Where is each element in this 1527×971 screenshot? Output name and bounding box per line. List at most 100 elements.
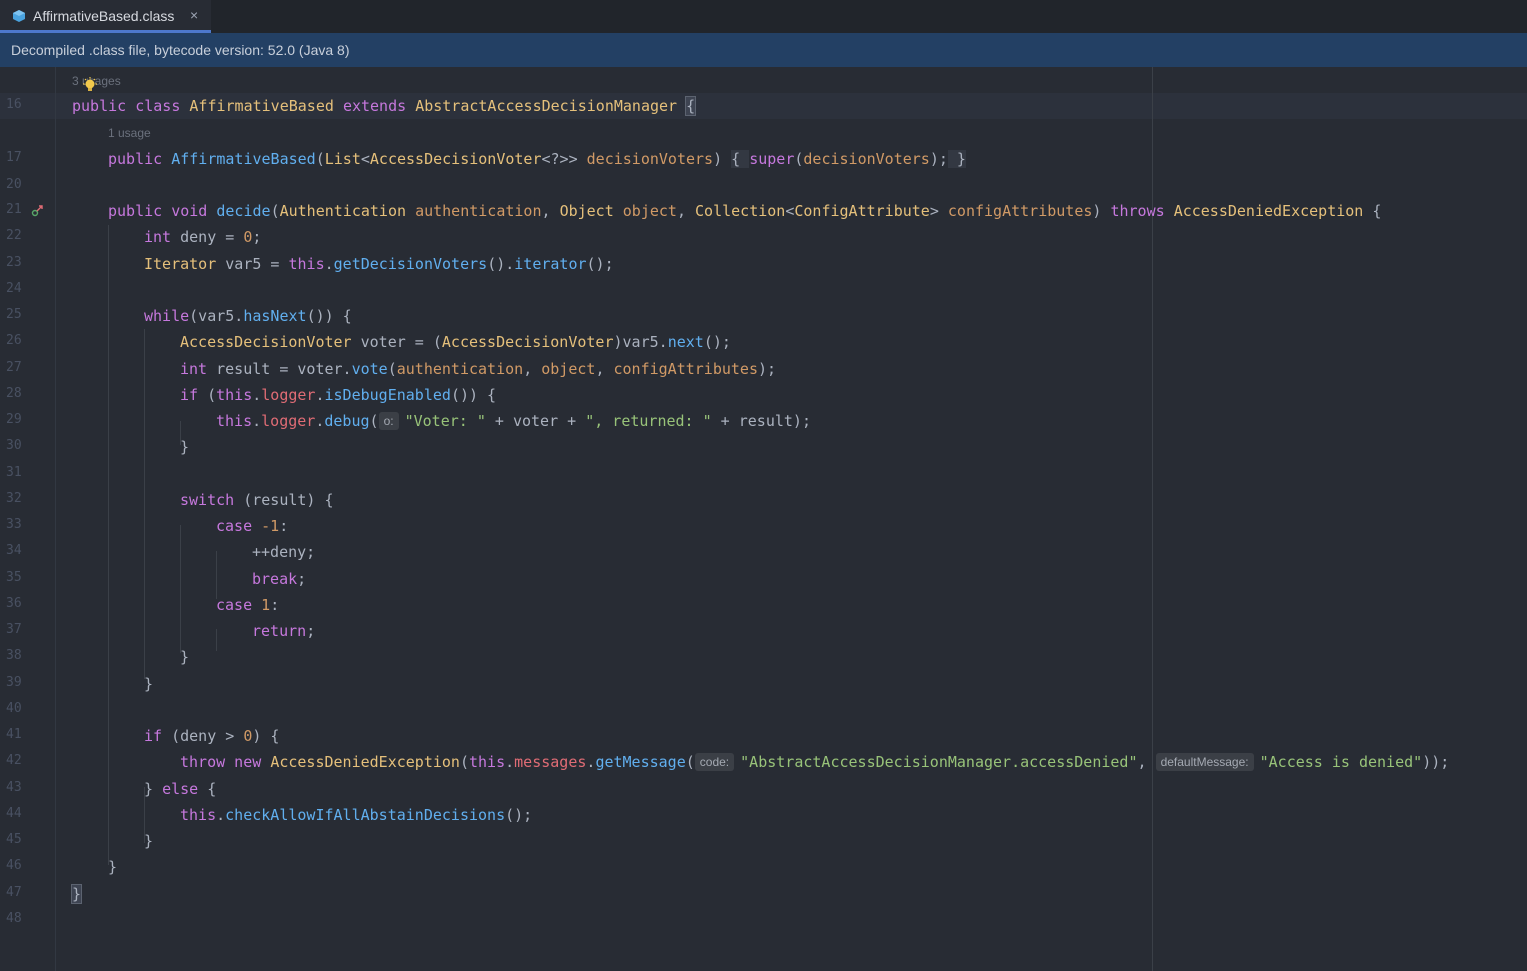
code-line: 25 while(var5.hasNext()) { [0,303,1527,329]
code-text: } [180,438,190,456]
code-text: int deny = 0; [144,228,262,246]
line-number: 47 [6,885,22,900]
editor-tab-bar: AffirmativeBased.class × [0,0,1527,33]
code-text: while(var5.hasNext()) { [144,307,352,325]
code-text: case -1: [216,517,289,535]
code-line: 29 this.logger.debug(o: "Voter: " + voter… [0,408,1527,434]
code-line: 42 throw new AccessDeniedException(this.… [0,749,1527,775]
class-file-icon [13,10,25,22]
code-line: 40 [0,697,1527,723]
code-text: } [180,648,190,666]
line-number: 30 [6,438,22,453]
code-line: 46 } [0,854,1527,880]
code-text: this.checkAllowIfAllAbstainDecisions(); [180,806,533,824]
code-text: this.logger.debug(o: "Voter: " + voter + … [216,412,811,430]
code-line: 36 case 1: [0,592,1527,618]
code-text: public AffirmativeBased(List<AccessDecis… [108,150,966,168]
code-text: } [108,858,118,876]
code-line: 34 ++deny; [0,539,1527,565]
code-editor[interactable]: 3 usages 16 public class AffirmativeBase… [0,67,1527,971]
line-number: 42 [6,753,22,768]
code-text: return; [252,622,316,640]
param-hint: defaultMessage: [1155,753,1254,771]
code-line: 27 int result = voter.vote(authenticatio… [0,356,1527,382]
code-text: break; [252,570,307,588]
code-line: 20 [0,173,1527,199]
line-number: 35 [6,570,22,585]
line-number: 20 [6,177,22,192]
line-number: 29 [6,412,22,427]
code-line: 30 } [0,434,1527,460]
code-line: 16 public class AffirmativeBased extends… [0,93,1527,119]
code-line: 22 int deny = 0; [0,224,1527,250]
code-text: } [144,832,154,850]
line-number: 33 [6,517,22,532]
line-number: 48 [6,911,22,926]
line-number: 17 [6,150,22,165]
code-line: 1 usage [0,122,1527,148]
code-line: 39 } [0,671,1527,697]
line-number: 38 [6,648,22,663]
code-line: 48 [0,907,1527,933]
code-line: 24 [0,277,1527,303]
line-number: 44 [6,806,22,821]
code-text: throw new AccessDeniedException(this.mes… [180,753,1450,771]
line-number: 31 [6,465,22,480]
code-text: ++deny; [252,543,316,561]
banner-text: Decompiled .class file, bytecode version… [11,42,350,58]
code-text: } [144,675,154,693]
code-line: 31 [0,461,1527,487]
param-hint: code: [694,753,735,771]
close-icon[interactable]: × [190,7,198,23]
line-number: 34 [6,543,22,558]
code-line: 28 if (this.logger.isDebugEnabled()) { [0,382,1527,408]
code-line: 23 Iterator var5 = this.getDecisionVoter… [0,251,1527,277]
line-number: 26 [6,333,22,348]
code-line: 21 public void decide(Authentication aut… [0,198,1527,224]
code-text: public void decide(Authentication authen… [108,202,1382,220]
line-number: 40 [6,701,22,716]
code-line: 43 } else { [0,776,1527,802]
code-line: 35 break; [0,566,1527,592]
code-line: 32 switch (result) { [0,487,1527,513]
string-literal: "Access is denied" [1259,753,1423,771]
code-line: 47 } [0,881,1527,907]
code-text: public class AffirmativeBased extends Ab… [72,96,697,116]
line-number: 39 [6,675,22,690]
line-number: 21 [6,202,22,217]
code-text: switch (result) { [180,491,334,509]
code-text: AccessDecisionVoter voter = (AccessDecis… [180,333,731,351]
tab-affirmativebased-class[interactable]: AffirmativeBased.class × [0,0,211,33]
code-line: 33 case -1: [0,513,1527,539]
lightbulb-icon[interactable] [82,77,98,93]
override-method-icon[interactable] [31,203,45,217]
param-hint: o: [378,412,399,430]
line-number: 32 [6,491,22,506]
string-literal: ", returned: " [585,412,712,430]
string-literal: "Voter: " [404,412,486,430]
code-text: if (deny > 0) { [144,727,280,745]
code-text: if (this.logger.isDebugEnabled()) { [180,386,497,404]
code-text: case 1: [216,596,280,614]
decompiled-banner: Decompiled .class file, bytecode version… [0,33,1527,67]
code-text: Iterator var5 = this.getDecisionVoters()… [144,255,614,273]
code-line: 44 this.checkAllowIfAllAbstainDecisions(… [0,802,1527,828]
line-number: 36 [6,596,22,611]
line-number: 16 [6,97,22,112]
line-number: 43 [6,780,22,795]
line-number: 46 [6,858,22,873]
code-line: 45 } [0,828,1527,854]
line-number: 24 [6,281,22,296]
code-line: 41 if (deny > 0) { [0,723,1527,749]
line-number: 22 [6,228,22,243]
line-number: 37 [6,622,22,637]
code-text: int result = voter.vote(authentication, … [180,360,777,378]
line-number: 23 [6,255,22,270]
code-text: } [70,884,83,904]
usages-hint[interactable]: 1 usage [108,126,151,140]
line-number: 45 [6,832,22,847]
line-number: 28 [6,386,22,401]
code-text: } else { [144,780,217,798]
line-number: 41 [6,727,22,742]
line-number: 27 [6,360,22,375]
